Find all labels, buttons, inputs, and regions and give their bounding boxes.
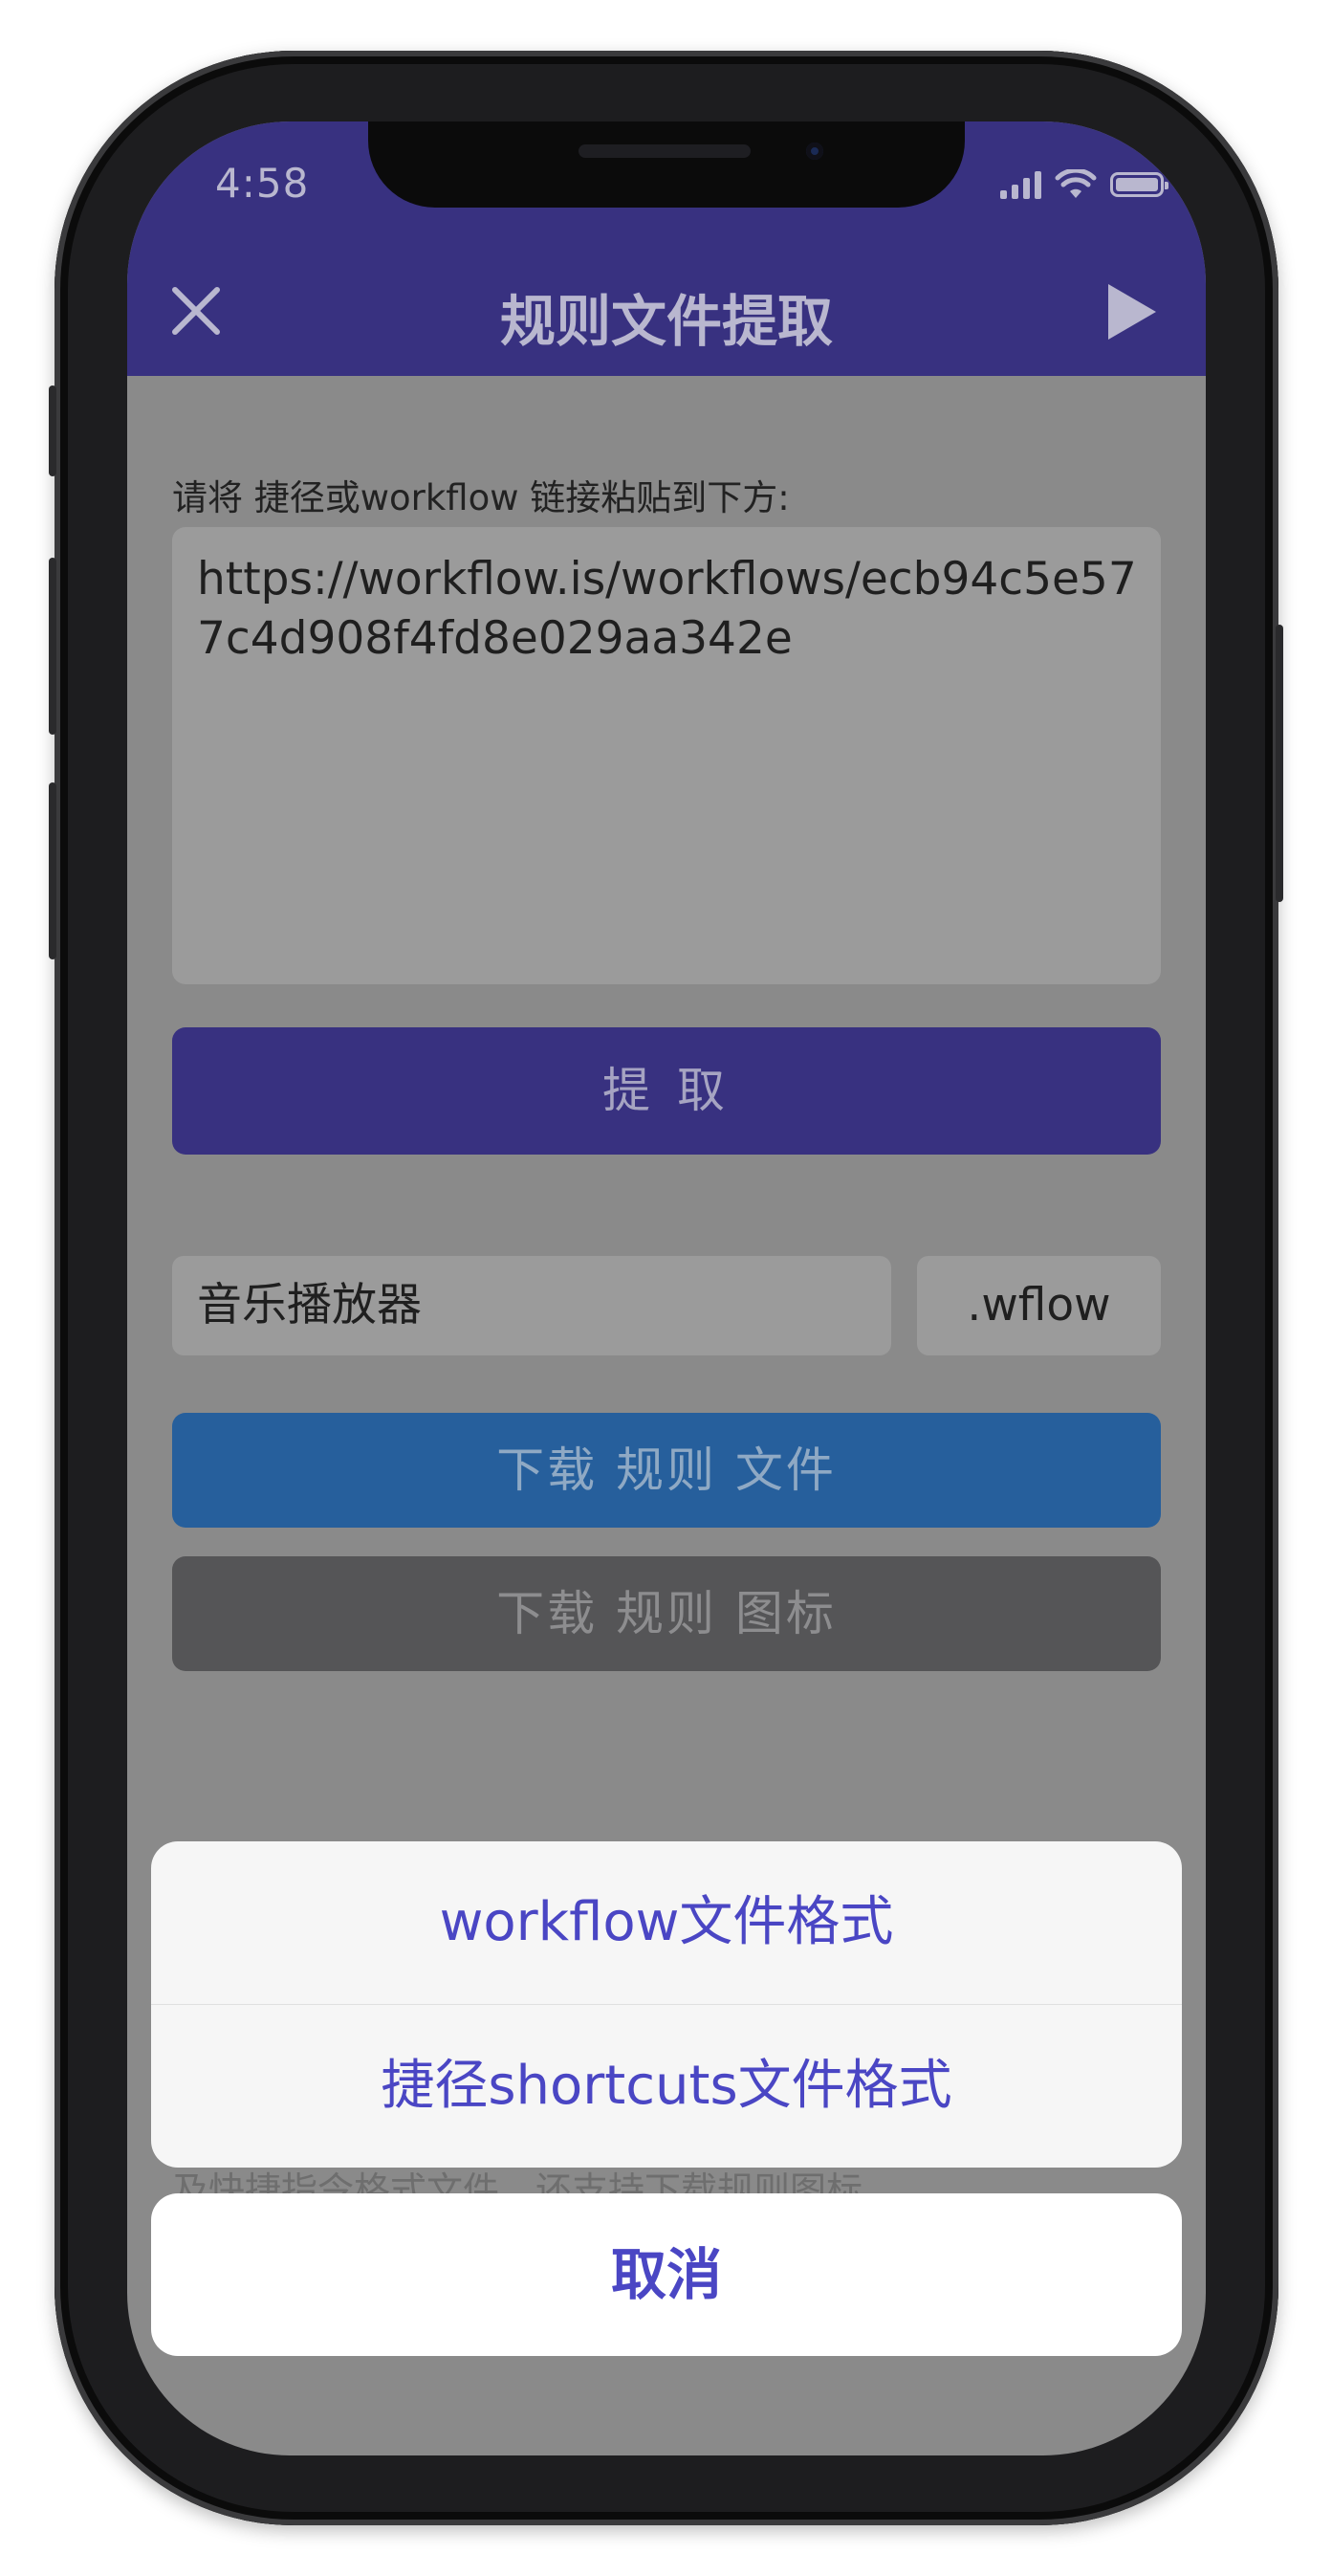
page-title: 规则文件提取 (499, 289, 833, 354)
download-file-button[interactable]: 下载 规则 文件 (172, 1413, 1161, 1528)
shortcuts-format-option[interactable]: 捷径shortcuts文件格式 (151, 2005, 1182, 2168)
url-value: https://workflow.is/workflows/ecb94c5e57… (197, 553, 1137, 665)
action-sheet-options: workflow文件格式 捷径shortcuts文件格式 (151, 1841, 1182, 2168)
file-name-field[interactable]: 音乐播放器 (172, 1256, 891, 1355)
workflow-format-option[interactable]: workflow文件格式 (151, 1841, 1182, 2004)
status-icons (1000, 165, 1168, 204)
speaker-grille (579, 144, 751, 158)
cancel-button[interactable]: 取消 (151, 2193, 1182, 2356)
silent-switch (49, 385, 56, 476)
url-prompt-label: 请将 捷径或workflow 链接粘贴到下方: (172, 477, 790, 518)
battery-icon (1110, 172, 1168, 197)
play-icon[interactable] (1104, 282, 1158, 341)
file-extension-select[interactable]: .wflow (917, 1256, 1161, 1355)
extract-button[interactable]: 提 取 (172, 1027, 1161, 1155)
status-time: 4:58 (215, 160, 310, 207)
wifi-icon (1055, 169, 1097, 198)
power-button (1276, 625, 1283, 902)
volume-up-button (49, 558, 56, 735)
download-icon-button[interactable]: 下载 规则 图标 (172, 1556, 1161, 1671)
phone-screen: 4:58 规则文件提取 请将 捷径或workflow 链接粘贴到下方: http… (127, 121, 1206, 2455)
signal-icon (1000, 170, 1041, 199)
notch (368, 121, 965, 208)
volume-down-button (49, 782, 56, 959)
front-camera (806, 143, 823, 160)
url-textarea[interactable]: https://workflow.is/workflows/ecb94c5e57… (172, 527, 1161, 984)
